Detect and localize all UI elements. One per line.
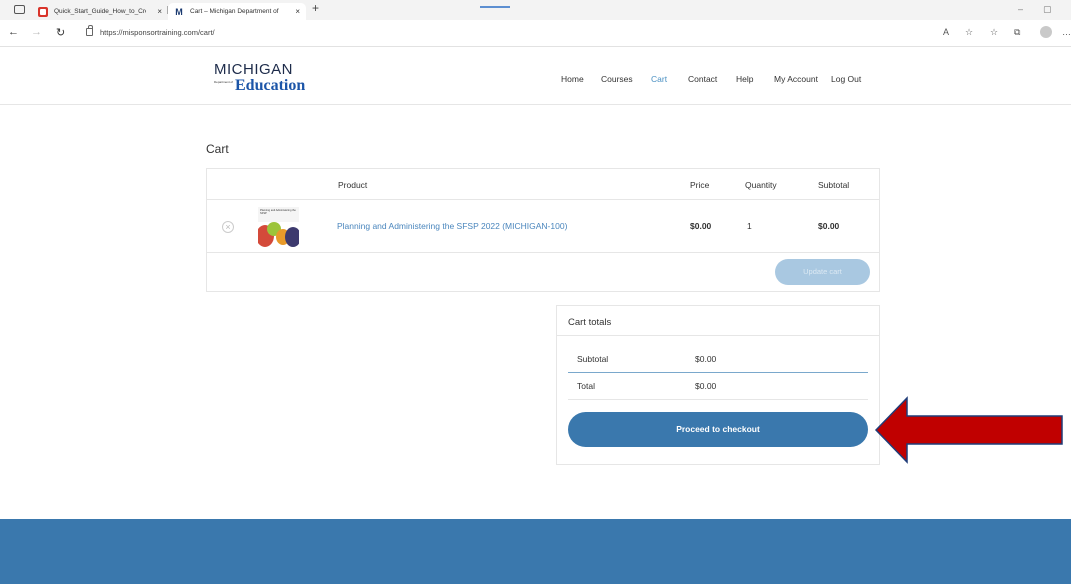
refresh-icon[interactable]: ↻ — [56, 26, 65, 39]
column-header-product: Product — [338, 180, 368, 190]
divider — [207, 252, 879, 253]
logo-michigan-text: MICHIGAN — [214, 61, 293, 78]
update-cart-button[interactable]: Update cart — [775, 259, 870, 285]
close-tab-icon[interactable]: × — [157, 3, 162, 20]
favorite-add-icon[interactable]: ☆ — [965, 27, 973, 38]
collections-icon[interactable]: ⧉ — [1014, 27, 1020, 38]
site-header: MICHIGAN Department of Education Home Co… — [0, 48, 1071, 105]
minimize-icon[interactable]: – — [1018, 4, 1023, 14]
total-label: Total — [577, 381, 595, 391]
total-value: $0.00 — [695, 381, 717, 391]
michigan-education-logo[interactable]: MICHIGAN Department of Education — [214, 61, 306, 95]
nav-home[interactable]: Home — [561, 74, 584, 84]
divider — [568, 372, 868, 373]
thumbnail-fruit — [285, 227, 299, 247]
column-header-quantity: Quantity — [745, 180, 777, 190]
arrow-shape — [874, 396, 1063, 464]
browser-tab-bar: Quick_Start_Guide_How_to_Cre × M Cart – … — [0, 0, 1071, 20]
item-subtotal: $0.00 — [818, 221, 840, 231]
column-header-price: Price — [690, 180, 710, 190]
favorites-icon[interactable]: ☆ — [990, 27, 998, 38]
address-bar-row: ← → ↻ https://misponsortraining.com/cart… — [0, 20, 1071, 47]
loading-indicator — [480, 6, 510, 8]
forward-icon[interactable]: → — [31, 26, 42, 38]
nav-cart[interactable]: Cart — [651, 74, 667, 84]
pdf-icon — [38, 7, 48, 17]
nav-courses[interactable]: Courses — [601, 74, 633, 84]
close-tab-icon[interactable]: × — [295, 3, 300, 20]
proceed-to-checkout-button[interactable]: Proceed to checkout — [568, 412, 868, 447]
tab-title: Quick_Start_Guide_How_to_Cre — [54, 8, 146, 15]
red-arrow-annotation — [874, 396, 1063, 464]
new-tab-button[interactable]: + — [312, 1, 319, 15]
logo-education-text: Education — [235, 77, 306, 94]
divider — [207, 199, 879, 200]
page-title: Cart — [206, 142, 229, 156]
read-aloud-icon[interactable]: A — [943, 27, 949, 37]
product-name-link[interactable]: Planning and Administering the SFSP 2022… — [337, 221, 567, 231]
divider — [557, 335, 879, 336]
divider — [568, 399, 868, 400]
thumbnail-caption: Planning and Administering the SFSP — [260, 209, 296, 215]
remove-item-icon[interactable]: × — [222, 221, 234, 233]
michigan-m-icon: M — [175, 7, 183, 17]
browser-tab-cart[interactable]: M Cart – Michigan Department of × — [168, 3, 306, 20]
url-field[interactable]: https://misponsortraining.com/cart/ — [100, 26, 215, 40]
browser-tab-pdf[interactable]: Quick_Start_Guide_How_to_Cre × — [32, 3, 168, 20]
restore-icon[interactable]: ▢ — [1043, 4, 1052, 15]
more-menu-icon[interactable]: … — [1062, 27, 1071, 37]
nav-log-out[interactable]: Log Out — [831, 74, 861, 84]
cart-table: Product Price Quantity Subtotal × Planni… — [206, 168, 880, 292]
cart-totals-panel: Cart totals Subtotal $0.00 Total $0.00 P… — [556, 305, 880, 465]
subtotal-value: $0.00 — [695, 354, 717, 364]
tab-actions-icon[interactable] — [14, 5, 25, 14]
site-footer — [0, 519, 1071, 584]
column-header-subtotal: Subtotal — [818, 180, 850, 190]
profile-avatar[interactable] — [1040, 26, 1052, 38]
tab-title: Cart – Michigan Department of — [190, 8, 279, 15]
back-icon[interactable]: ← — [8, 26, 19, 38]
lock-icon — [86, 25, 93, 36]
cart-totals-title: Cart totals — [568, 317, 612, 328]
nav-help[interactable]: Help — [736, 74, 753, 84]
nav-contact[interactable]: Contact — [688, 74, 717, 84]
nav-my-account[interactable]: My Account — [774, 74, 818, 84]
subtotal-label: Subtotal — [577, 354, 609, 364]
logo-department-text: Department of — [214, 80, 234, 84]
product-thumbnail[interactable]: Planning and Administering the SFSP — [258, 207, 299, 247]
item-price: $0.00 — [690, 221, 712, 231]
quantity-field[interactable]: 1 — [747, 221, 752, 231]
